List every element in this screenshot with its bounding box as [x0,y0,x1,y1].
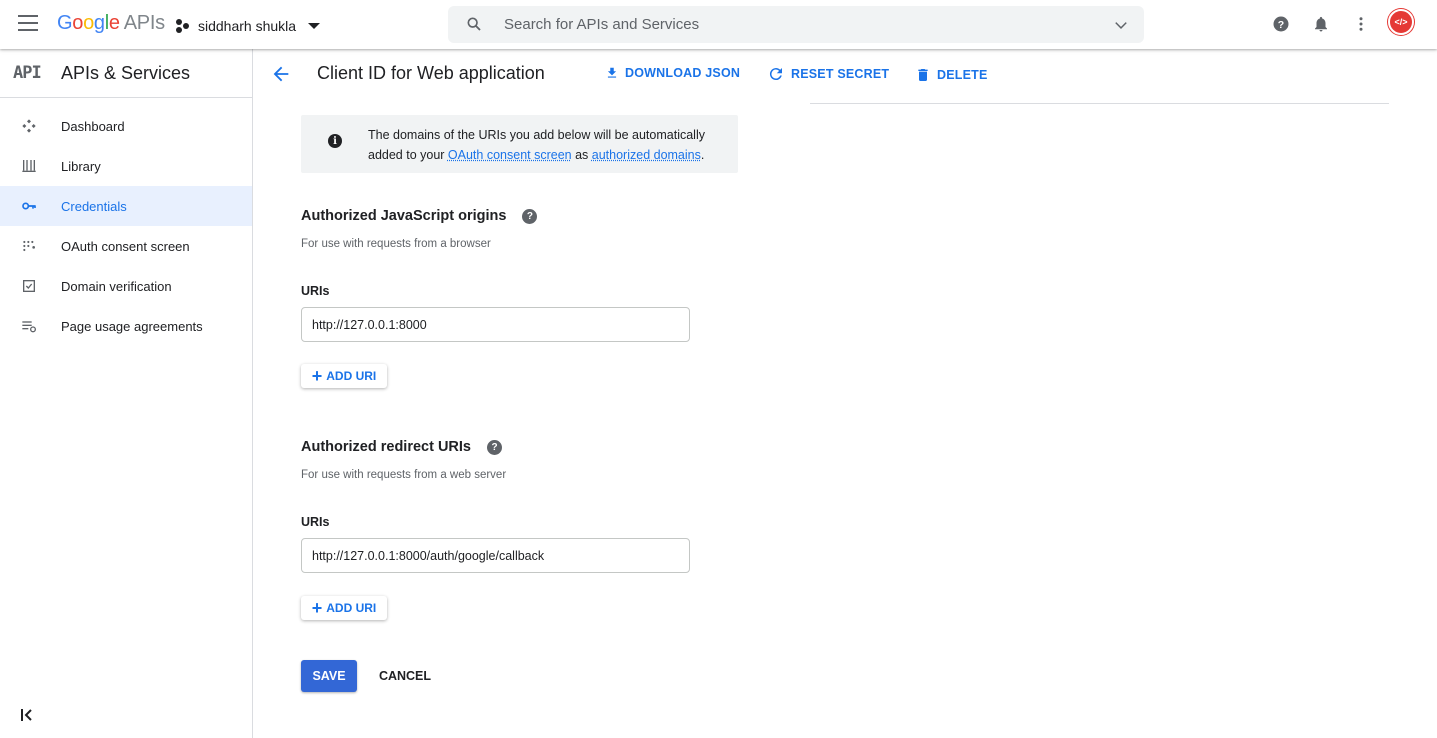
js-origins-subtitle: For use with requests from a browser [301,238,491,250]
cancel-button[interactable]: CANCEL [369,660,441,692]
sidebar-item-credentials[interactable]: Credentials [0,186,252,226]
search-input[interactable] [504,12,1064,36]
checkbox-icon [21,278,37,294]
plus-icon: + [311,598,323,618]
project-name: siddharh shukla [198,18,297,34]
settings-list-icon [21,318,37,334]
sidebar-nav: Dashboard Library Credentials OAuth cons… [0,106,252,346]
user-avatar[interactable]: </> [1388,9,1414,35]
help-icon[interactable]: ? [487,439,502,455]
main-header: Client ID for Web application DOWNLOAD J… [254,49,1437,98]
trash-icon [918,69,928,81]
refresh-icon [769,68,782,81]
project-selector[interactable]: siddharh shukla [176,15,321,37]
page-title: Client ID for Web application [317,63,545,83]
info-icon: i [328,134,342,148]
authorized-domains-link[interactable]: authorized domains [592,148,701,162]
info-text: The domains of the URIs you add below wi… [368,128,705,162]
sidebar-item-oauth-consent-screen[interactable]: OAuth consent screen [0,226,252,266]
right-divider [810,103,1389,104]
caret-down-icon [308,23,321,29]
plus-icon: + [311,366,323,386]
add-redirect-uri-button[interactable]: + ADD URI [301,596,387,620]
js-origin-uri-input[interactable] [301,307,690,342]
sidebar-item-dashboard[interactable]: Dashboard [0,106,252,146]
chevron-down-icon[interactable] [1114,18,1128,32]
sidebar-item-library[interactable]: Library [0,146,252,186]
js-origins-title: Authorized JavaScript origins ? [301,208,538,224]
add-js-origin-uri-button[interactable]: + ADD URI [301,364,387,388]
google-apis-logo[interactable]: Google APIs [57,12,165,35]
reset-secret-button[interactable]: RESET SECRET [767,65,889,83]
download-icon [607,67,617,78]
redirect-uris-label: URIs [301,515,330,529]
key-icon [21,198,37,214]
delete-button[interactable]: DELETE [915,65,988,85]
js-origins-uris-label: URIs [301,284,330,298]
notifications-bell-icon[interactable] [1312,15,1330,33]
project-dots-icon [176,19,190,33]
back-arrow-icon[interactable] [270,63,292,85]
svg-text:?: ? [1278,19,1284,31]
top-bar: GoogleAPIs siddharh shukla ? </> [0,0,1437,49]
sidebar-title: APIs & Services [61,62,191,83]
redirect-uri-input[interactable] [301,538,690,573]
info-banner: i The domains of the URIs you add below … [301,115,738,173]
dashboard-icon [21,118,37,134]
search-bar[interactable] [448,6,1144,43]
help-icon[interactable]: ? [1272,15,1290,33]
save-button[interactable]: SAVE [301,660,357,692]
download-json-button[interactable]: DOWNLOAD JSON [605,65,740,81]
library-icon [21,158,37,174]
consent-icon [21,238,37,254]
collapse-sidebar-icon[interactable] [20,708,36,722]
hamburger-menu-icon[interactable] [18,15,38,31]
sidebar-item-page-usage-agreements[interactable]: Page usage agreements [0,306,252,346]
redirect-uris-subtitle: For use with requests from a web server [301,469,507,481]
oauth-consent-screen-link[interactable]: OAuth consent screen [448,148,572,162]
help-icon[interactable]: ? [522,208,538,224]
redirect-uris-title: Authorized redirect URIs ? [301,439,502,455]
more-vert-icon[interactable] [1352,15,1370,33]
sidebar-item-domain-verification[interactable]: Domain verification [0,266,252,306]
api-logo-icon: API [13,63,42,83]
sidebar-header: API APIs & Services [0,49,252,98]
sidebar: API APIs & Services Dashboard Library Cr… [0,49,253,738]
search-icon [467,17,481,31]
